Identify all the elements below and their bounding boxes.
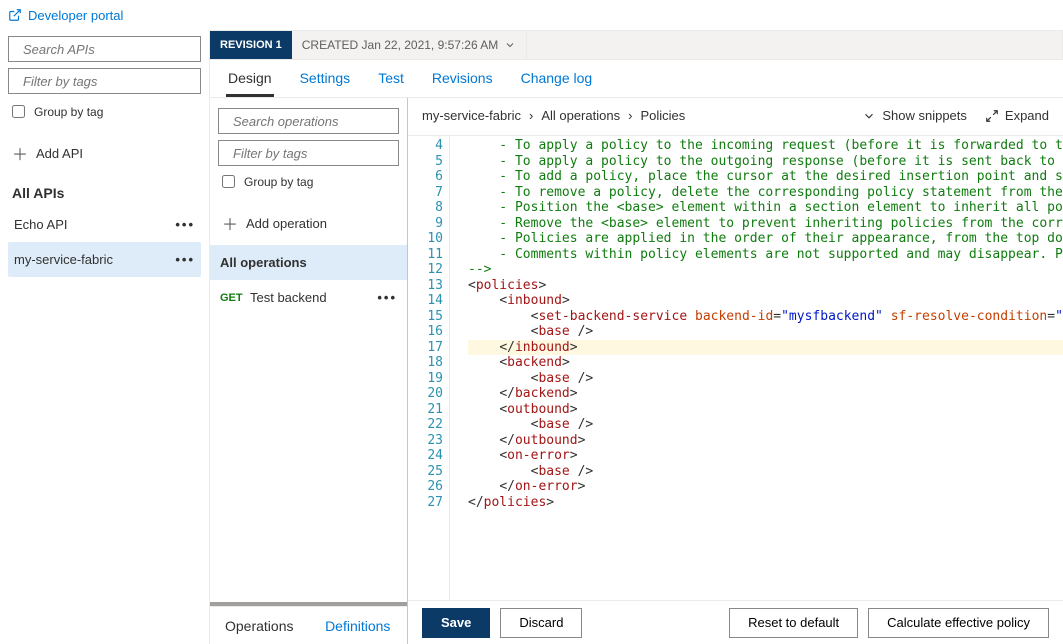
group-by-tag-label: Group by tag [34,105,103,119]
all-operations-item[interactable]: All operations [210,245,407,280]
group-by-tag-checkbox[interactable] [12,105,25,118]
filter-apis-input[interactable] [21,73,203,90]
chevron-down-icon [862,109,876,123]
group-by-tag-apis[interactable]: Group by tag [8,102,201,121]
tab-test[interactable]: Test [376,70,406,97]
more-icon[interactable]: ••• [175,252,195,267]
developer-portal-link[interactable]: Developer portal [8,8,123,23]
policy-editor[interactable]: 4567891011121314151617181920212223242526… [408,136,1063,600]
editor-gutter: 4567891011121314151617181920212223242526… [408,136,450,600]
show-snippets-label: Show snippets [882,108,967,123]
breadcrumb-page: Policies [640,108,685,123]
add-api-button[interactable]: ＋ Add API [8,131,201,175]
search-operations-box[interactable] [218,108,399,134]
filter-operations-input[interactable] [231,145,413,162]
revision-created-label: CREATED Jan 22, 2021, 9:57:26 AM [302,38,499,52]
developer-portal-label: Developer portal [28,8,123,23]
api-name: Echo API [14,217,67,232]
api-tabs: Design Settings Test Revisions Change lo… [210,60,1063,98]
api-list-item[interactable]: Echo API ••• [8,207,201,242]
reset-default-button[interactable]: Reset to default [729,608,858,638]
tab-design[interactable]: Design [226,70,274,97]
group-by-tag-ops[interactable]: Group by tag [218,172,399,191]
operation-name: Test backend [250,290,377,305]
group-by-tag-ops-label: Group by tag [244,175,313,189]
all-operations-label: All operations [220,255,307,270]
api-name: my-service-fabric [14,252,113,267]
expand-label: Expand [1005,108,1049,123]
expand-button[interactable]: Expand [985,108,1049,123]
breadcrumb-sep: › [527,108,535,123]
editor-lines[interactable]: - To apply a policy to the incoming requ… [450,136,1063,600]
breadcrumb-api[interactable]: my-service-fabric [422,108,521,123]
calc-effective-policy-button[interactable]: Calculate effective policy [868,608,1049,638]
external-link-icon [8,8,22,22]
add-operation-button[interactable]: ＋ Add operation [218,201,399,245]
breadcrumb-scope[interactable]: All operations [541,108,620,123]
filter-apis-box[interactable] [8,68,201,94]
search-operations-input[interactable] [231,113,413,130]
breadcrumb: my-service-fabric › All operations › Pol… [422,108,685,123]
revision-badge: REVISION 1 [210,31,292,59]
operation-item[interactable]: GET Test backend ••• [210,280,407,315]
filter-operations-box[interactable] [218,140,399,166]
add-api-label: Add API [36,146,83,161]
tab-revisions[interactable]: Revisions [430,70,495,97]
all-apis-heading: All APIs [8,175,201,207]
tab-changelog[interactable]: Change log [519,70,595,97]
ops-tab-definitions[interactable]: Definitions [309,607,408,644]
search-apis-box[interactable] [8,36,201,62]
chevron-down-icon [504,39,516,51]
save-button[interactable]: Save [422,608,490,638]
search-apis-input[interactable] [21,41,203,58]
revision-bar: REVISION 1 CREATED Jan 22, 2021, 9:57:26… [210,30,1063,60]
discard-button[interactable]: Discard [500,608,582,638]
revision-created[interactable]: CREATED Jan 22, 2021, 9:57:26 AM [292,31,528,59]
plus-icon: ＋ [222,211,238,235]
api-list-item[interactable]: my-service-fabric ••• [8,242,201,277]
group-by-tag-ops-checkbox[interactable] [222,175,235,188]
plus-icon: ＋ [12,141,28,165]
show-snippets-button[interactable]: Show snippets [862,108,967,123]
expand-icon [985,109,999,123]
ops-tab-operations[interactable]: Operations [210,607,309,644]
add-operation-label: Add operation [246,216,327,231]
more-icon[interactable]: ••• [175,217,195,232]
more-icon[interactable]: ••• [377,290,397,305]
breadcrumb-sep: › [626,108,634,123]
operation-method: GET [220,292,250,304]
tab-settings[interactable]: Settings [298,70,353,97]
